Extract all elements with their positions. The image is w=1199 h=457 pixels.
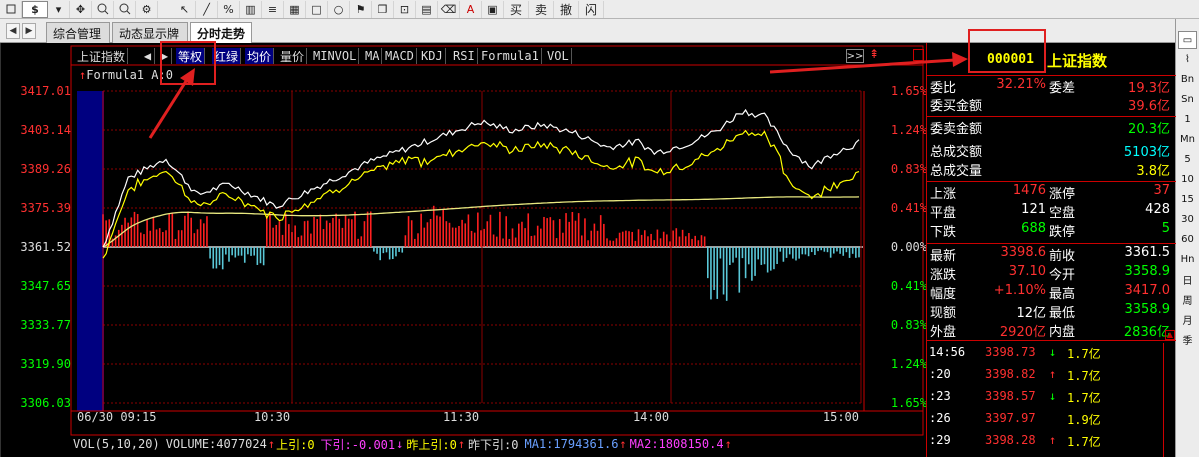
annotation-arrows <box>148 52 968 139</box>
trading-app: $ ▾ ✥ ⚙ ↖ ╱ % ▥ ≡ ▦ □ ○ ⚑ ❐ ⊡ ▤ ⌫ A ▣ 买 … <box>0 0 1199 457</box>
